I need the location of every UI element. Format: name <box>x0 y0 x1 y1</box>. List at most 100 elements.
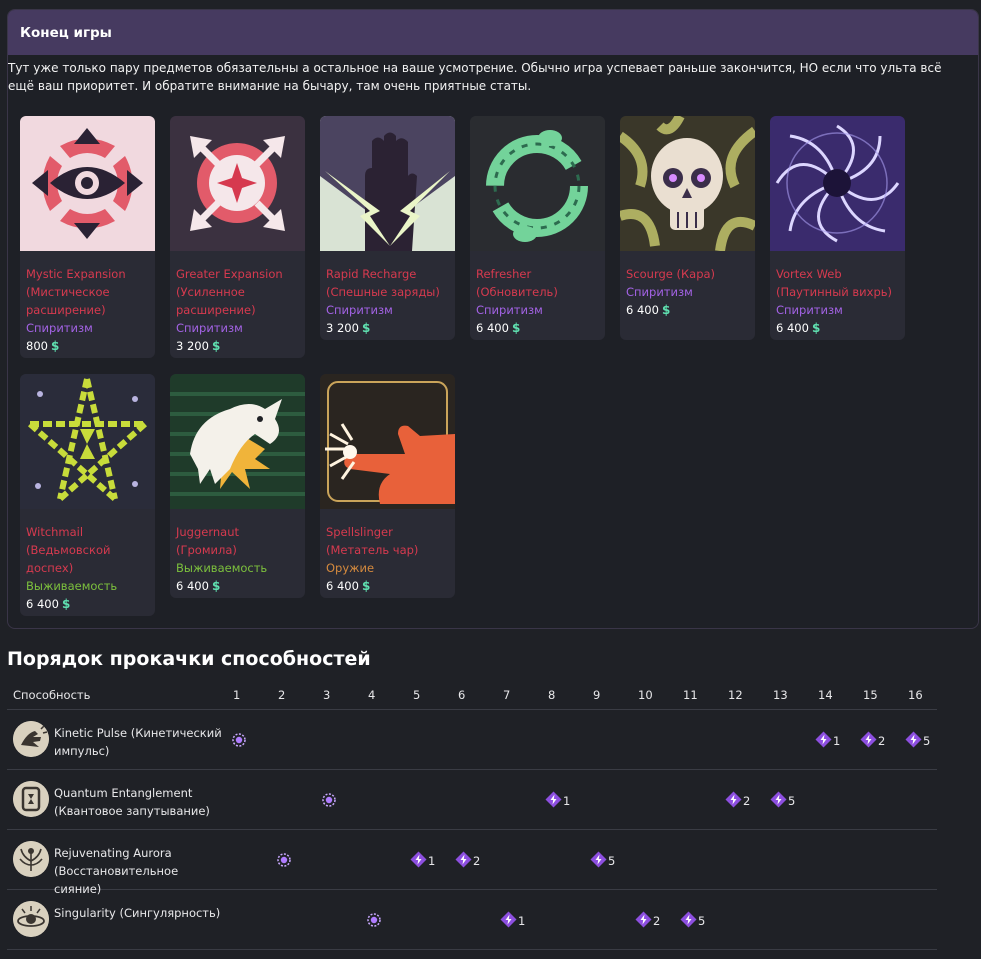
ability-name: Singularity (Сингулярность) <box>54 906 221 920</box>
item-card[interactable]: Vortex Web (Паутинный вихрь) Спиритизм 6… <box>770 116 905 340</box>
item-price: 6 400 $ <box>626 301 749 319</box>
upgrade-icon <box>545 791 562 811</box>
level-header: 13 <box>773 688 788 702</box>
item-card[interactable]: Refresher (Обновитель) Спиритизм 6 400 $ <box>470 116 605 340</box>
upgrade-marker: 1 <box>500 911 525 931</box>
item-name: Spellslinger (Метатель чар) <box>326 525 419 557</box>
item-name: Vortex Web (Паутинный вихрь) <box>776 267 893 299</box>
item-category: Спиритизм <box>176 321 243 335</box>
refresher-icon <box>470 116 605 251</box>
upgrade-icon <box>860 731 877 751</box>
item-name: Greater Expansion (Усиленное расширение) <box>176 267 283 317</box>
upgrade-icon <box>770 791 787 811</box>
item-name: Refresher (Обновитель) <box>476 267 558 299</box>
item-card[interactable]: Rapid Recharge (Спешные заряды) Спиритиз… <box>320 116 455 340</box>
upgrade-icon <box>500 911 517 931</box>
item-name: Juggernaut (Громила) <box>176 525 240 557</box>
item-name: Scourge (Кара) <box>626 267 716 281</box>
upgrade-icon <box>905 731 922 751</box>
upgrade-icon <box>410 851 427 871</box>
scourge-icon <box>620 116 755 251</box>
unlock-marker <box>367 913 381 930</box>
section-title: Конец игры <box>8 10 978 55</box>
upgrade-marker: 2 <box>860 731 885 751</box>
item-card[interactable]: Witchmail (Ведьмовской доспех) Выживаемо… <box>20 374 155 616</box>
item-category: Спиритизм <box>476 303 543 317</box>
item-price-value: 6 400 <box>776 321 809 335</box>
item-name: Witchmail (Ведьмовской доспех) <box>26 525 111 575</box>
mystic-expansion-icon <box>20 116 155 251</box>
upgrade-points: 5 <box>788 794 796 808</box>
level-header: 9 <box>593 688 601 702</box>
level-header: 14 <box>818 688 833 702</box>
item-category: Спиритизм <box>26 321 93 335</box>
item-price: 6 400 $ <box>776 319 899 337</box>
item-price-value: 6 400 <box>326 579 359 593</box>
item-name: Rapid Recharge (Спешные заряды) <box>326 267 440 299</box>
item-price-value: 800 <box>26 339 48 353</box>
item-price-value: 6 400 <box>476 321 509 335</box>
upgrade-points: 5 <box>698 914 706 928</box>
unlock-icon <box>367 913 381 930</box>
upgrade-marker: 5 <box>680 911 705 931</box>
item-card[interactable]: Scourge (Кара) Спиритизм 6 400 $ <box>620 116 755 340</box>
unlock-marker <box>322 793 336 810</box>
item-card[interactable]: Juggernaut (Громила) Выживаемость 6 400 … <box>170 374 305 598</box>
rejuvenating-aurora-icon <box>13 841 49 877</box>
upgrade-marker: 1 <box>815 731 840 751</box>
level-header: 10 <box>638 688 653 702</box>
skill-row: Quantum Entanglement (Квантовое запутыва… <box>7 770 937 830</box>
upgrade-points: 2 <box>653 914 661 928</box>
item-price: 6 400 $ <box>26 595 149 613</box>
section-intro: Тут уже только пару предметов обязательн… <box>8 61 942 93</box>
level-header: 3 <box>323 688 331 702</box>
level-header: 8 <box>548 688 556 702</box>
item-card[interactable]: Mystic Expansion (Мистическое расширение… <box>20 116 155 358</box>
skill-row: Kinetic Pulse (Кинетический импульс) 1 2… <box>7 710 937 770</box>
souls-icon: $ <box>511 321 521 335</box>
souls-icon: $ <box>211 339 221 353</box>
unlock-icon <box>232 733 246 750</box>
upgrade-points: 2 <box>878 734 886 748</box>
item-price: 800 $ <box>26 337 149 355</box>
ability-name: Quantum Entanglement (Квантовое запутыва… <box>54 786 210 818</box>
spellslinger-icon <box>320 374 455 509</box>
level-header: 15 <box>863 688 878 702</box>
upgrade-marker: 5 <box>905 731 930 751</box>
rapid-recharge-icon <box>320 116 455 251</box>
item-price: 6 400 $ <box>476 319 599 337</box>
upgrade-marker: 2 <box>725 791 750 811</box>
souls-icon: $ <box>661 303 671 317</box>
level-header: 1 <box>233 688 241 702</box>
upgrade-marker: 5 <box>770 791 795 811</box>
skill-row: Rejuvenating Aurora (Восстановительное с… <box>7 830 937 896</box>
upgrade-points: 1 <box>518 914 526 928</box>
item-card[interactable]: Spellslinger (Метатель чар) Оружие 6 400… <box>320 374 455 598</box>
item-price-value: 3 200 <box>176 339 209 353</box>
item-price-value: 3 200 <box>326 321 359 335</box>
souls-icon: $ <box>211 579 221 593</box>
level-header: 12 <box>728 688 743 702</box>
item-category: Выживаемость <box>26 579 118 593</box>
item-category: Выживаемость <box>176 561 268 575</box>
item-price: 3 200 $ <box>326 319 449 337</box>
item-category: Спиритизм <box>326 303 393 317</box>
item-price: 6 400 $ <box>326 577 449 595</box>
item-category: Оружие <box>326 561 375 575</box>
upgrade-icon <box>635 911 652 931</box>
quantum-entanglement-icon <box>13 781 49 817</box>
skills-title: Порядок прокачки способностей <box>7 648 371 670</box>
item-card[interactable]: Greater Expansion (Усиленное расширение)… <box>170 116 305 358</box>
vortex-web-icon <box>770 116 905 251</box>
unlock-icon <box>277 853 291 870</box>
juggernaut-icon <box>170 374 305 509</box>
unlock-marker <box>277 853 291 870</box>
unlock-marker <box>232 733 246 750</box>
ability-name: Kinetic Pulse (Кинетический импульс) <box>54 726 222 758</box>
level-header: 7 <box>503 688 511 702</box>
souls-icon: $ <box>50 339 60 353</box>
item-category: Спиритизм <box>626 285 693 299</box>
item-price: 6 400 $ <box>176 577 299 595</box>
upgrade-icon <box>725 791 742 811</box>
level-header: 6 <box>458 688 466 702</box>
